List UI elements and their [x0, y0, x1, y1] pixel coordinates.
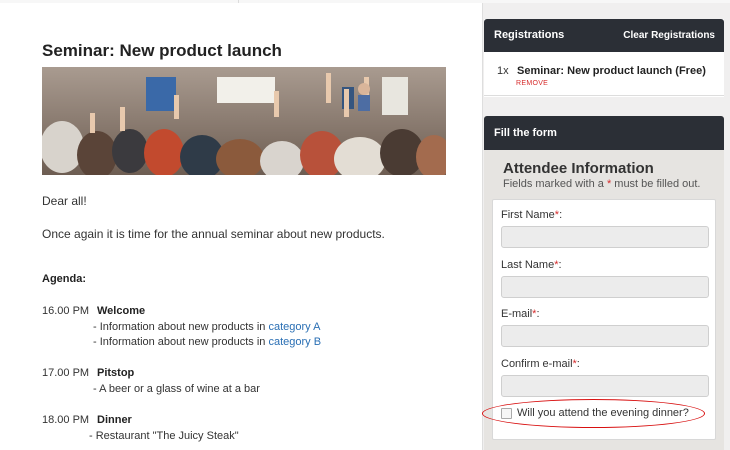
agenda-heading: Agenda: [42, 273, 86, 285]
seminar-audience-image [42, 67, 446, 175]
intro-text: Once again it is time for the annual sem… [42, 227, 385, 241]
remove-registration-link[interactable]: REMOVE [516, 80, 548, 87]
label-colon: : [576, 358, 580, 370]
label-text: First Name [501, 209, 555, 221]
agenda-time: 16.00 PM [42, 305, 90, 317]
agenda-line: - Information about new products in cate… [93, 336, 321, 348]
registration-name: Seminar: New product launch (Free) [517, 65, 706, 77]
attendee-form: First Name*: Last Name*: E-mail*: Confir… [492, 199, 716, 440]
dinner-checkbox-label[interactable]: Will you attend the evening dinner? [517, 407, 689, 419]
note-text: Fields marked with a [503, 178, 607, 190]
required-fields-note: Fields marked with a * must be filled ou… [503, 178, 701, 190]
form-header: Fill the form [484, 116, 724, 150]
agenda-title: Dinner [97, 414, 132, 426]
event-article: Seminar: New product launch Dear all! On… [0, 3, 483, 450]
clear-registrations-button[interactable]: Clear Registrations [623, 19, 715, 52]
event-photo [42, 67, 446, 175]
agenda-line: - Restaurant "The Juicy Steak" [89, 430, 239, 442]
email-label: E-mail*: [501, 308, 540, 320]
agenda-line-text: - Information about new products in [93, 336, 269, 348]
label-colon: : [558, 259, 562, 271]
note-text: must be filled out. [611, 178, 701, 190]
email-input[interactable] [501, 325, 709, 347]
label-text: Last Name [501, 259, 555, 271]
agenda-time: 18.00 PM [42, 414, 90, 426]
first-name-input[interactable] [501, 226, 709, 248]
registration-quantity: 1x [497, 65, 509, 77]
agenda-line: - Information about new products in cate… [93, 321, 320, 333]
label-text: Confirm e-mail [501, 358, 573, 370]
last-name-input[interactable] [501, 276, 709, 298]
confirm-email-input[interactable] [501, 375, 709, 397]
category-b-link[interactable]: category B [268, 336, 321, 348]
confirm-email-label: Confirm e-mail*: [501, 358, 580, 370]
label-colon: : [559, 209, 563, 221]
form-heading: Fill the form [494, 127, 557, 139]
registrations-heading: Registrations [494, 29, 565, 41]
agenda-line: - A beer or a glass of wine at a bar [93, 383, 260, 395]
category-a-link[interactable]: category A [268, 321, 320, 333]
agenda-line-text: - Information about new products in [93, 321, 269, 333]
first-name-label: First Name*: [501, 209, 562, 221]
page-title: Seminar: New product launch [42, 41, 282, 60]
registrations-header: Registrations Clear Registrations [484, 19, 724, 52]
registration-item: 1x Seminar: New product launch (Free) RE… [484, 52, 724, 96]
agenda-title: Welcome [97, 305, 146, 317]
label-colon: : [536, 308, 540, 320]
last-name-label: Last Name*: [501, 259, 562, 271]
label-text: E-mail [501, 308, 533, 320]
fill-form-panel: Fill the form Attendee Information Field… [484, 116, 724, 450]
attendee-info-title: Attendee Information [503, 160, 654, 177]
greeting-text: Dear all! [42, 194, 87, 208]
registrations-panel: Registrations Clear Registrations 1x Sem… [484, 19, 724, 97]
agenda-time: 17.00 PM [42, 367, 90, 379]
agenda-title: Pitstop [97, 367, 135, 379]
dinner-checkbox[interactable] [501, 408, 512, 419]
